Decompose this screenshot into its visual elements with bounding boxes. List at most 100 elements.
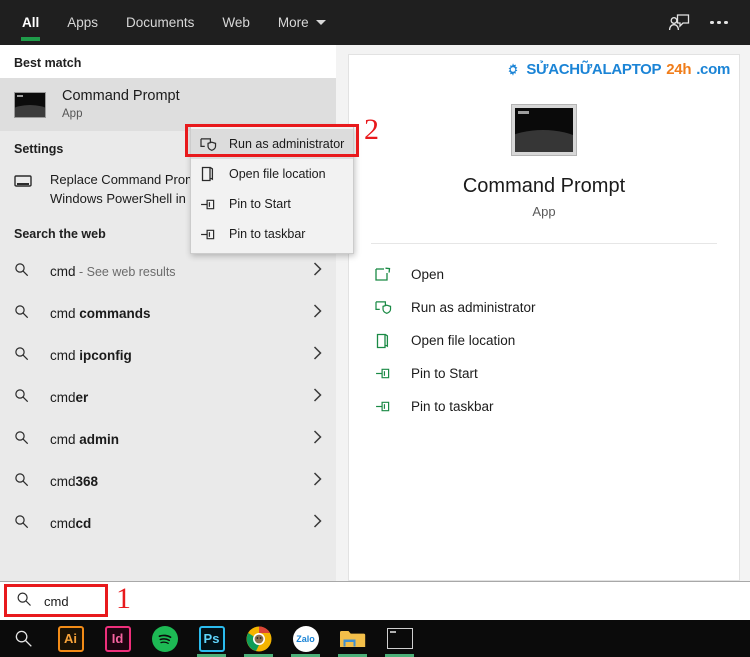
taskbar-item-spotify[interactable] [141, 620, 188, 657]
app-action-item[interactable]: Open file location [375, 324, 739, 357]
app-action-item[interactable]: Pin to Start [375, 357, 739, 390]
watermark-text-1: SỬACHỮALAPTOP [526, 61, 662, 78]
chevron-right-icon[interactable] [313, 304, 322, 323]
web-results-list: cmd - See web results cmd commands cmd ipc… [0, 249, 336, 545]
shield-window-icon [375, 300, 399, 315]
tab-list: All Apps Documents Web More [0, 0, 340, 45]
search-icon [14, 346, 36, 366]
spotify-icon [151, 625, 178, 652]
search-icon [14, 430, 36, 450]
taskbar-item-indesign[interactable]: Id [94, 620, 141, 657]
chevron-right-icon[interactable] [313, 514, 322, 533]
settings-result-text: Replace Command Prom Windows PowerShell … [50, 171, 196, 209]
search-input-value: cmd [44, 593, 69, 609]
gear-icon [505, 62, 521, 78]
search-icon [14, 388, 36, 408]
app-action-item[interactable]: Run as administrator [375, 291, 739, 324]
tab-active-underline [21, 37, 41, 41]
taskbar-item-file-explorer[interactable] [329, 620, 376, 657]
app-preview-pane: SỬACHỮALAPTOP 24h .com Command Prompt App … [336, 45, 750, 581]
settings-result-line2: Windows PowerShell in [50, 190, 186, 206]
tab-web[interactable]: Web [208, 0, 264, 45]
monitor-icon [14, 174, 36, 193]
chevron-right-icon[interactable] [313, 388, 322, 407]
web-result-item[interactable]: cmdcd [0, 503, 336, 545]
taskbar-item-command-prompt[interactable] [376, 620, 423, 657]
illustrator-icon: Ai [57, 625, 84, 652]
web-result-item[interactable]: cmd admin [0, 419, 336, 461]
watermark-text-3: .com [696, 61, 730, 78]
web-result-item[interactable]: cmd commands [0, 293, 336, 335]
command-prompt-icon-large [512, 105, 576, 155]
shield-window-icon [200, 137, 222, 152]
chrome-icon [246, 625, 272, 652]
taskbar-item-illustrator[interactable]: Ai [47, 620, 94, 657]
app-action-label: Open file location [411, 333, 516, 348]
app-action-label: Open [411, 267, 445, 282]
context-menu-item[interactable]: Pin to Start [191, 189, 353, 219]
tab-all[interactable]: All [8, 0, 53, 45]
web-result-item[interactable]: cmder [0, 377, 336, 419]
photoshop-icon: Ps [198, 625, 225, 652]
best-match-heading: Best match [0, 45, 336, 78]
topbar-actions [662, 6, 750, 40]
open-window-icon [375, 267, 399, 282]
divider [371, 243, 717, 244]
search-icon [14, 514, 36, 534]
app-action-item[interactable]: Pin to taskbar [375, 390, 739, 423]
taskbar-item-photoshop[interactable]: Ps [188, 620, 235, 657]
context-menu-item-label: Open file location [229, 167, 326, 181]
web-result-item[interactable]: cmd ipconfig [0, 335, 336, 377]
context-menu-item-label: Pin to taskbar [229, 227, 306, 241]
context-menu-item[interactable]: Pin to taskbar [191, 219, 353, 249]
context-menu-item[interactable]: Open file location [191, 159, 353, 189]
watermark-text-2: 24h [666, 61, 692, 78]
web-result-label: cmdcd [50, 516, 92, 532]
web-result-label: cmd ipconfig [50, 348, 132, 364]
taskbar-item-chrome[interactable] [235, 620, 282, 657]
pin-icon [200, 198, 222, 211]
web-result-label: cmder [50, 390, 89, 406]
app-preview-card: SỬACHỮALAPTOP 24h .com Command Prompt App … [348, 54, 740, 581]
tab-apps[interactable]: Apps [53, 0, 112, 45]
tab-web-label: Web [222, 15, 250, 30]
pin-icon [375, 400, 399, 413]
chevron-down-icon [315, 20, 326, 25]
taskbar-item-zalo[interactable]: Zalo [282, 620, 329, 657]
tab-apps-label: Apps [67, 15, 99, 30]
ellipsis-icon[interactable] [702, 6, 736, 40]
chevron-right-icon[interactable] [313, 430, 322, 449]
feedback-person-icon[interactable] [662, 6, 696, 40]
annotation-number-2: 2 [364, 113, 379, 146]
search-icon [14, 262, 36, 282]
best-match-item[interactable]: Command Prompt App [0, 78, 336, 131]
web-result-item[interactable]: cmd368 [0, 461, 336, 503]
tab-documents[interactable]: Documents [112, 0, 208, 45]
search-icon [14, 472, 36, 492]
app-action-label: Pin to taskbar [411, 399, 494, 414]
app-action-label: Pin to Start [411, 366, 478, 381]
chevron-right-icon[interactable] [313, 262, 322, 281]
pin-icon [375, 367, 399, 380]
zalo-icon: Zalo [292, 625, 319, 652]
search-icon [16, 591, 32, 612]
search-tab-bar: All Apps Documents Web More [0, 0, 750, 45]
app-action-item[interactable]: Open [375, 258, 739, 291]
folder-icon [339, 628, 367, 650]
indesign-icon: Id [104, 625, 131, 652]
best-match-title: Command Prompt [62, 88, 180, 105]
chevron-right-icon[interactable] [313, 472, 322, 491]
best-match-text: Command Prompt App [62, 87, 180, 122]
context-menu-item-label: Pin to Start [229, 197, 291, 211]
folder-open-icon [200, 166, 222, 182]
command-prompt-taskbar-icon [386, 628, 413, 649]
command-prompt-icon [14, 91, 46, 118]
chevron-right-icon[interactable] [313, 346, 322, 365]
tab-more[interactable]: More [264, 0, 340, 45]
taskbar-item-search[interactable] [0, 620, 47, 657]
search-input[interactable]: cmd [6, 585, 206, 617]
context-menu: Run as administrator Open file location Pi… [190, 126, 354, 254]
web-result-item[interactable]: cmd - See web results [0, 251, 336, 293]
taskbar: Ai Id Ps Zalo [0, 620, 750, 657]
context-menu-item[interactable]: Run as administrator [191, 129, 353, 159]
